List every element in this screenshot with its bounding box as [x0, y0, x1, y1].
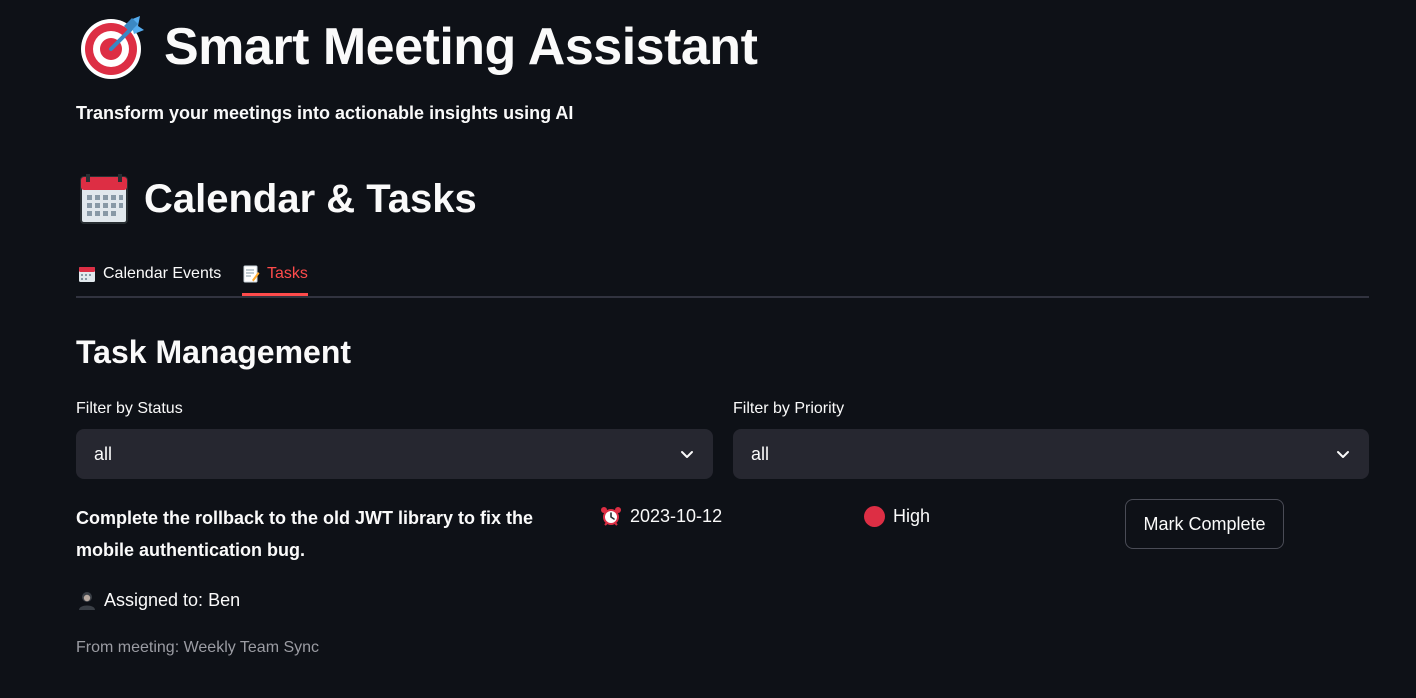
status-filter-label: Filter by Status [76, 400, 183, 417]
chevron-down-icon [681, 451, 693, 458]
task-priority: High [864, 502, 930, 530]
calendar-icon [79, 267, 95, 282]
task-management-heading: Task Management [76, 334, 352, 370]
tab-calendar-events[interactable]: Calendar Events [78, 254, 221, 294]
assignee-text: Assigned to: Ben [104, 589, 241, 610]
alarm-clock-icon [601, 507, 621, 526]
section-title: Calendar & Tasks [144, 177, 477, 221]
tab-label: Tasks [267, 265, 308, 282]
status-filter-value: all [94, 443, 113, 464]
app-header: Smart Meeting Assistant [80, 12, 758, 82]
app-subtitle: Transform your meetings into actionable … [76, 103, 574, 123]
section-header: Calendar & Tasks [80, 170, 477, 228]
priority-filter-value: all [751, 443, 770, 464]
calendar-icon [80, 174, 128, 224]
task-assignee: Assigned to: Ben [76, 586, 240, 614]
mark-complete-button[interactable]: Mark Complete [1125, 499, 1284, 549]
app-page: Smart Meeting Assistant Transform your m… [0, 0, 1416, 698]
tab-tasks[interactable]: Tasks [242, 254, 308, 296]
direct-hit-target-icon [81, 16, 144, 79]
app-title: Smart Meeting Assistant [164, 18, 758, 76]
tab-label: Calendar Events [103, 265, 222, 282]
task-title: Complete the rollback to the old JWT lib… [76, 508, 534, 560]
priority-filter-select[interactable]: all [733, 429, 1369, 479]
priority-filter-label: Filter by Priority [733, 400, 845, 417]
memo-icon [243, 265, 260, 283]
due-date-text: 2023-10-12 [630, 505, 723, 526]
priority-text: High [893, 505, 931, 526]
person-icon [79, 592, 95, 610]
status-filter-select[interactable]: all [76, 429, 713, 479]
task-due-date: 2023-10-12 [600, 502, 722, 530]
tab-bar: Calendar Events Tasks [76, 254, 1369, 298]
chevron-down-icon [1337, 451, 1349, 458]
red-circle-icon [864, 505, 885, 527]
source-meeting: From meeting: Weekly Team Sync [76, 639, 320, 656]
